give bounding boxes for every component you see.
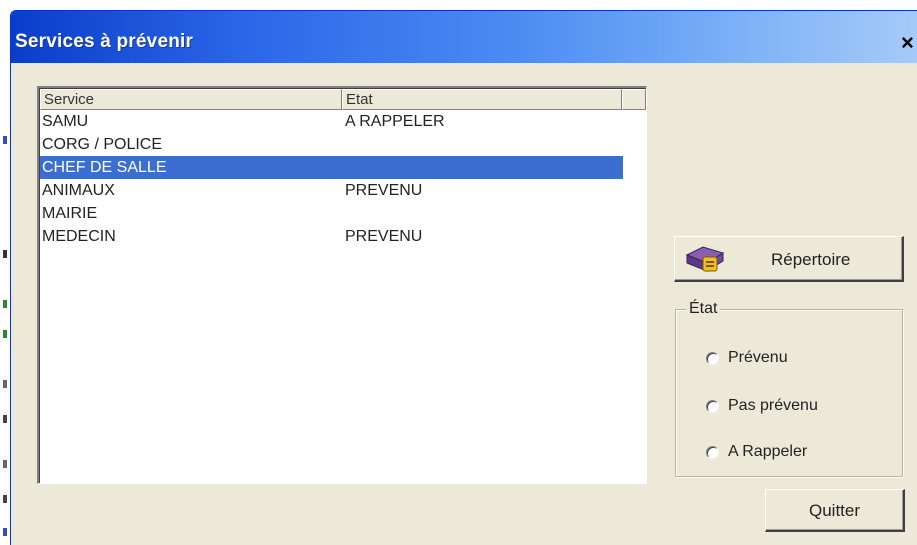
- etat-group: État Prévenu Pas prévenu A Rappeler: [675, 300, 903, 477]
- cell-service: ANIMAUX: [42, 182, 115, 199]
- background-mark: [3, 136, 7, 144]
- etat-group-legend: État: [686, 300, 721, 318]
- list-header: Service Etat: [40, 89, 646, 110]
- background-mark: [3, 415, 7, 423]
- radio-circle[interactable]: [706, 352, 719, 365]
- list-row-mairie[interactable]: MAIRIE: [40, 202, 623, 225]
- list-row-samu[interactable]: SAMU A RAPPELER: [40, 110, 623, 133]
- radio-circle[interactable]: [706, 446, 719, 459]
- cell-service: SAMU: [42, 113, 89, 130]
- quit-label: Quitter: [808, 501, 861, 520]
- cell-etat: PREVENU: [345, 182, 423, 199]
- cell-service: CORG / POLICE: [42, 136, 163, 153]
- background-mark: [3, 495, 7, 503]
- title-bar[interactable]: Services à prévenir ×: [11, 11, 917, 63]
- column-header-etat[interactable]: Etat: [342, 89, 622, 110]
- cell-service: MEDECIN: [42, 228, 116, 245]
- quit-button[interactable]: Quitter: [765, 489, 905, 532]
- cell-etat: A RAPPELER: [345, 113, 445, 130]
- list-row-medecin[interactable]: MEDECIN PREVENU: [40, 225, 623, 248]
- background-mark: [3, 380, 7, 388]
- window-title: Services à prévenir: [15, 31, 194, 52]
- address-book-icon: [685, 246, 725, 272]
- radio-circle[interactable]: [706, 400, 719, 413]
- background-mark: [3, 300, 7, 308]
- repertoire-label: Répertoire: [771, 250, 851, 269]
- background-mark: [3, 330, 7, 338]
- background-mark: [3, 460, 7, 468]
- column-header-service[interactable]: Service: [40, 89, 342, 110]
- cell-etat: PREVENU: [345, 228, 423, 245]
- radio-label: Pas prévenu: [728, 397, 818, 414]
- close-button[interactable]: ×: [901, 29, 917, 57]
- list-row-corg-police[interactable]: CORG / POLICE: [40, 133, 623, 156]
- background-mark: [3, 250, 7, 258]
- radio-label: Prévenu: [728, 349, 788, 366]
- column-header-filler: [622, 89, 646, 110]
- repertoire-button[interactable]: Répertoire: [674, 236, 904, 282]
- cell-service: MAIRIE: [42, 205, 98, 222]
- close-icon: ×: [901, 30, 914, 55]
- list-row-animaux[interactable]: ANIMAUX PREVENU: [40, 179, 623, 202]
- services-list[interactable]: Service Etat SAMU A RAPPELER CORG / POLI…: [37, 86, 647, 484]
- radio-label: A Rappeler: [728, 443, 808, 460]
- background-mark: [3, 528, 7, 536]
- cell-service: CHEF DE SALLE: [42, 159, 167, 176]
- list-rows: SAMU A RAPPELER CORG / POLICE CHEF DE SA…: [40, 110, 623, 248]
- list-row-chef-de-salle[interactable]: CHEF DE SALLE: [40, 156, 623, 179]
- screen: Services à prévenir × Service Etat SAMU …: [0, 0, 917, 545]
- services-dialog: Services à prévenir × Service Etat SAMU …: [10, 10, 917, 545]
